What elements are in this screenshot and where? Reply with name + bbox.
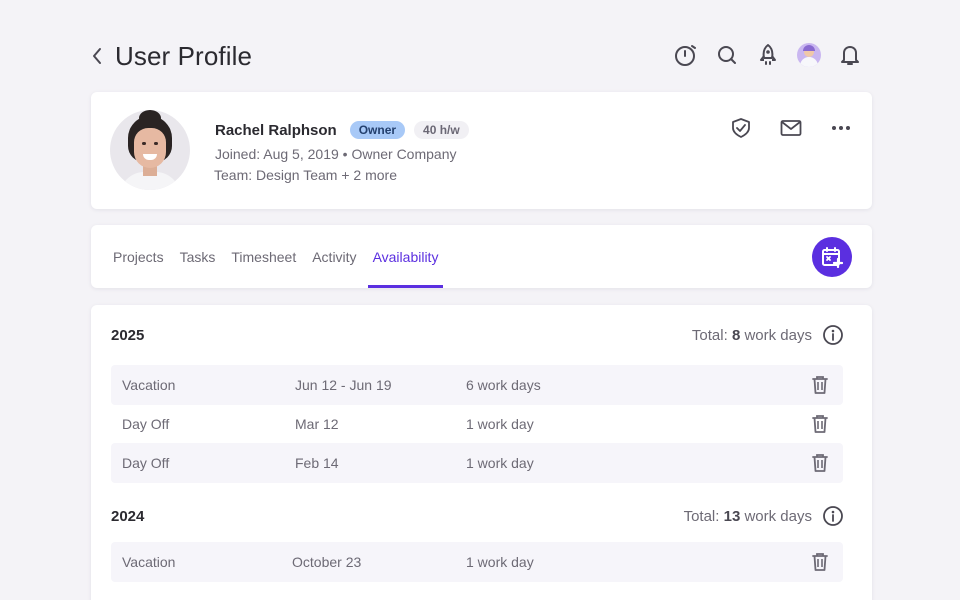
timer-icon[interactable] bbox=[674, 42, 698, 68]
year-total: Total: 13 work days bbox=[684, 505, 844, 527]
table-row: Vacation October 23 1 work day bbox=[111, 542, 843, 582]
entry-dates: Mar 12 bbox=[295, 416, 339, 432]
search-icon[interactable] bbox=[715, 42, 739, 68]
shield-check-icon[interactable] bbox=[728, 116, 754, 140]
trash-icon[interactable] bbox=[811, 414, 829, 434]
entry-duration: 1 work day bbox=[466, 416, 534, 432]
entry-duration: 6 work days bbox=[466, 377, 541, 393]
calendar-add-icon bbox=[822, 247, 843, 268]
year-label: 2024 bbox=[111, 507, 145, 525]
profile-avatar bbox=[110, 110, 190, 190]
tab-bar: Projects Tasks Timesheet Activity Availa… bbox=[113, 225, 459, 288]
add-time-off-button[interactable] bbox=[812, 237, 852, 277]
joined-info: Joined: Aug 5, 2019 • Owner Company bbox=[215, 146, 457, 162]
entry-dates: Feb 14 bbox=[295, 455, 339, 471]
table-row: Day Off Mar 12 1 work day bbox=[111, 404, 843, 444]
total-unit: work days bbox=[744, 326, 812, 344]
year-header-2025: 2025 Total: 8 work days bbox=[111, 324, 844, 346]
hours-badge: 40 h/w bbox=[414, 121, 469, 139]
year-label: 2025 bbox=[111, 326, 145, 344]
total-value: 8 bbox=[731, 326, 741, 344]
profile-card: Rachel Ralphson Owner 40 h/w Joined: Aug… bbox=[91, 92, 872, 209]
total-unit: work days bbox=[744, 507, 812, 525]
entry-type: Vacation bbox=[122, 554, 176, 570]
tab-timesheet[interactable]: Timesheet bbox=[231, 225, 296, 288]
entry-dates: October 23 bbox=[292, 554, 362, 570]
entry-type: Day Off bbox=[122, 416, 170, 432]
total-value: 13 bbox=[723, 507, 741, 525]
role-badge: Owner bbox=[349, 121, 406, 139]
total-label: Total: bbox=[691, 326, 728, 344]
table-row: Day Off Feb 14 1 work day bbox=[111, 443, 843, 483]
more-horizontal-icon[interactable] bbox=[828, 116, 854, 140]
tab-activity[interactable]: Activity bbox=[312, 225, 356, 288]
top-toolbar bbox=[674, 42, 862, 68]
trash-icon[interactable] bbox=[811, 375, 829, 395]
user-avatar[interactable] bbox=[797, 42, 821, 68]
tab-tasks[interactable]: Tasks bbox=[180, 225, 216, 288]
year-total: Total: 8 work days bbox=[692, 324, 844, 346]
page-header: User Profile bbox=[91, 38, 872, 74]
trash-icon[interactable] bbox=[811, 552, 829, 572]
profile-name: Rachel Ralphson bbox=[215, 121, 337, 139]
profile-info: Rachel Ralphson Owner 40 h/w Joined: Aug… bbox=[214, 121, 469, 183]
profile-actions bbox=[728, 116, 854, 140]
total-label: Total: bbox=[683, 507, 720, 525]
bell-icon[interactable] bbox=[838, 42, 862, 68]
availability-card: 2025 Total: 8 work days Vacation Jun 12 … bbox=[91, 305, 872, 600]
back-chevron-icon[interactable] bbox=[91, 46, 107, 66]
entry-type: Vacation bbox=[122, 377, 176, 393]
year-header-2024: 2024 Total: 13 work days bbox=[111, 505, 844, 527]
entry-duration: 1 work day bbox=[466, 554, 534, 570]
info-icon[interactable] bbox=[822, 505, 844, 527]
table-row: Vacation Jun 12 - Jun 19 6 work days bbox=[111, 365, 843, 405]
rocket-icon[interactable] bbox=[756, 42, 780, 68]
entry-dates: Jun 12 - Jun 19 bbox=[295, 377, 392, 393]
trash-icon[interactable] bbox=[811, 453, 829, 473]
entry-type: Day Off bbox=[122, 455, 170, 471]
tab-availability[interactable]: Availability bbox=[367, 225, 444, 288]
team-info[interactable]: Team: Design Team + 2 more bbox=[214, 167, 469, 183]
tabs-card: Projects Tasks Timesheet Activity Availa… bbox=[91, 225, 872, 288]
info-icon[interactable] bbox=[822, 324, 844, 346]
entry-duration: 1 work day bbox=[466, 455, 534, 471]
tab-projects[interactable]: Projects bbox=[113, 225, 164, 288]
page-title: User Profile bbox=[115, 40, 253, 71]
mail-icon[interactable] bbox=[778, 116, 804, 140]
